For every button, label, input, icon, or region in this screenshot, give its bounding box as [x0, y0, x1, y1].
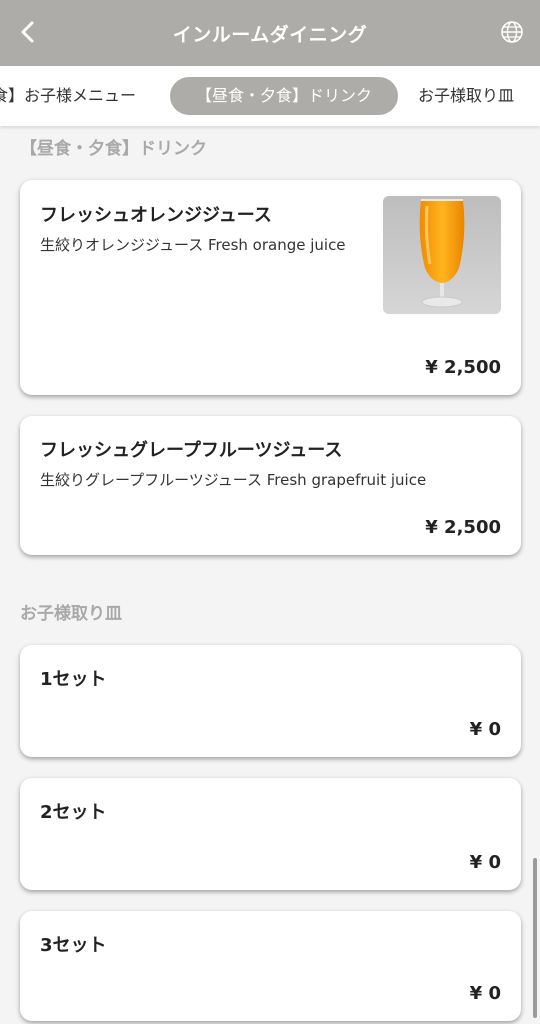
menu-item-card[interactable]: 1セット ¥ 0	[20, 645, 521, 757]
menu-item-price: ¥ 0	[469, 719, 501, 740]
menu-item-price: ¥ 2,500	[425, 357, 501, 378]
globe-icon[interactable]	[500, 20, 524, 44]
menu-item-price: ¥ 0	[469, 983, 501, 1004]
menu-item-name: フレッシュオレンジジュース	[40, 205, 272, 226]
menu-item-description: 生絞りグレープフルーツジュース Fresh grapefruit juice	[40, 471, 427, 489]
menu-item-name: 3セット	[40, 935, 107, 956]
section-title-kids-plates: お子様取り皿	[20, 604, 122, 624]
tab-kids-menu[interactable]: 食】お子様メニュー	[0, 77, 136, 115]
tab-kids-plates[interactable]: お子様取り皿	[418, 77, 514, 115]
orange-juice-photo	[383, 196, 501, 314]
menu-item-name: 2セット	[40, 802, 107, 823]
app-header: インルームダイニング	[0, 0, 540, 66]
menu-item-description: 生絞りオレンジジュース Fresh orange juice	[40, 236, 346, 254]
menu-item-card[interactable]: 3セット ¥ 0	[20, 911, 521, 1021]
category-tabs: 食】お子様メニュー 【昼食・夕食】ドリンク お子様取り皿	[0, 66, 540, 126]
menu-item-card[interactable]: フレッシュグレープフルーツジュース 生絞りグレープフルーツジュース Fresh …	[20, 416, 521, 555]
chevron-left-icon[interactable]	[14, 17, 44, 47]
scrollbar[interactable]	[533, 858, 537, 1018]
menu-item-card[interactable]: フレッシュオレンジジュース 生絞りオレンジジュース Fresh orange j…	[20, 180, 521, 395]
tab-lunch-dinner-drinks[interactable]: 【昼食・夕食】ドリンク	[170, 77, 398, 115]
menu-item-price: ¥ 0	[469, 852, 501, 873]
menu-item-name: フレッシュグレープフルーツジュース	[40, 440, 343, 461]
menu-item-price: ¥ 2,500	[425, 517, 501, 538]
menu-item-card[interactable]: 2セット ¥ 0	[20, 778, 521, 890]
section-title-drinks: 【昼食・夕食】ドリンク	[20, 139, 207, 159]
menu-item-name: 1セット	[40, 669, 107, 690]
page-title: インルームダイニング	[172, 23, 368, 46]
